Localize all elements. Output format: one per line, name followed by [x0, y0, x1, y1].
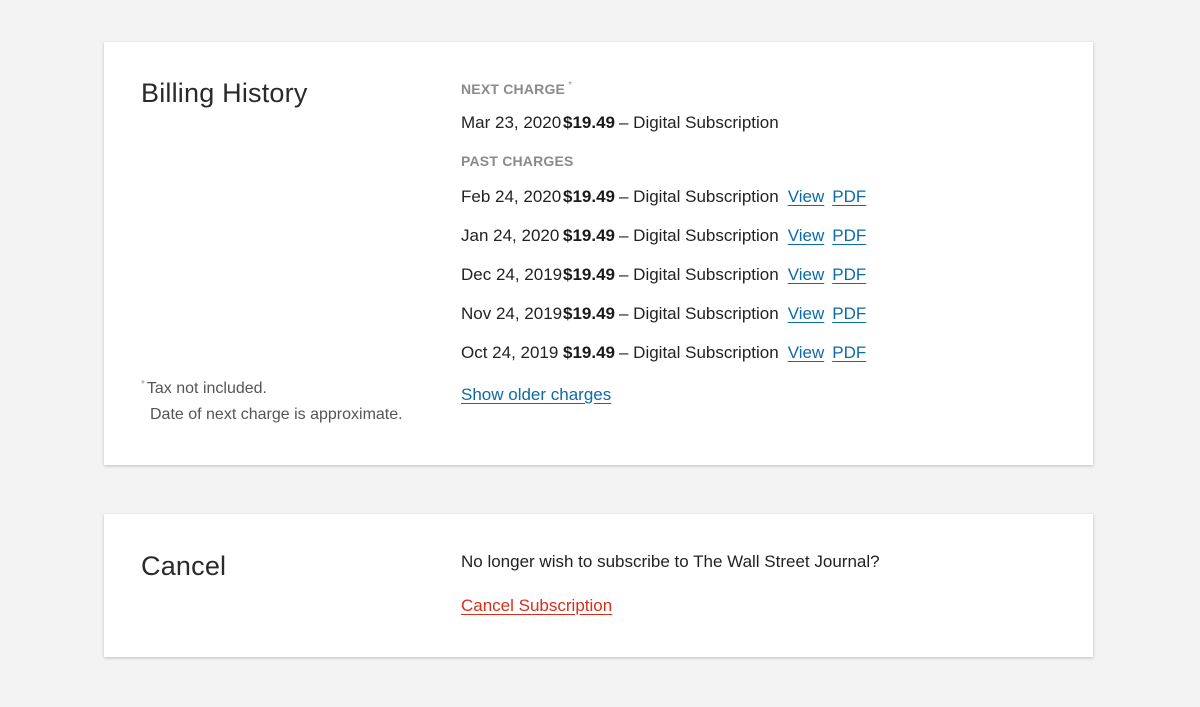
- footnote-date-text: Date of next charge is approximate.: [150, 406, 403, 423]
- next-charge-row: Mar 23, 2020 $19.49 – Digital Subscripti…: [461, 110, 866, 136]
- charge-date: Nov 24, 2019: [461, 304, 563, 323]
- view-invoice-link[interactable]: View: [788, 340, 825, 366]
- past-charges-label: PAST CHARGES: [461, 153, 574, 169]
- charge-amount: $19.49: [563, 113, 615, 132]
- charge-date: Feb 24, 2020: [461, 187, 562, 206]
- cancel-title: Cancel: [141, 551, 227, 581]
- next-charge-heading: NEXT CHARGE *: [461, 80, 866, 98]
- charge-description: – Digital Subscription: [619, 187, 779, 206]
- charge-amount: $19.49: [563, 304, 615, 323]
- show-older-charges-link[interactable]: Show older charges: [461, 383, 611, 407]
- charge-description: – Digital Subscription: [619, 343, 779, 362]
- charge-date: Dec 24, 2019: [461, 265, 563, 284]
- charge-description: – Digital Subscription: [619, 226, 779, 245]
- past-charge-row: Feb 24, 2020 $19.49 – Digital Subscripti…: [461, 184, 866, 210]
- past-charges-heading: PAST CHARGES: [461, 152, 866, 170]
- charge-description: – Digital Subscription: [619, 304, 779, 323]
- view-invoice-link[interactable]: View: [788, 184, 825, 210]
- footnote-line-1: * Tax not included.: [141, 376, 403, 402]
- next-charge-label: NEXT CHARGE: [461, 81, 566, 97]
- charge-date: Mar 23, 2020: [461, 113, 562, 132]
- footnote-tax-text: Tax not included.: [146, 380, 267, 397]
- pdf-invoice-link[interactable]: PDF: [832, 223, 866, 249]
- view-invoice-link[interactable]: View: [788, 223, 825, 249]
- view-invoice-link[interactable]: View: [788, 301, 825, 327]
- cancel-subscription-link[interactable]: Cancel Subscription: [461, 594, 612, 618]
- past-charge-row: Dec 24, 2019 $19.49 – Digital Subscripti…: [461, 262, 866, 288]
- charge-amount: $19.49: [563, 226, 615, 245]
- past-charge-row: Jan 24, 2020 $19.49 – Digital Subscripti…: [461, 223, 866, 249]
- past-charge-row: Nov 24, 2019 $19.49 – Digital Subscripti…: [461, 301, 866, 327]
- charge-date: Jan 24, 2020: [461, 226, 560, 245]
- billing-footnote: * Tax not included. Date of next charge i…: [141, 376, 403, 428]
- charge-amount: $19.49: [563, 343, 615, 362]
- pdf-invoice-link[interactable]: PDF: [832, 184, 866, 210]
- charge-amount: $19.49: [563, 187, 615, 206]
- pdf-invoice-link[interactable]: PDF: [832, 340, 866, 366]
- charge-amount: $19.49: [563, 265, 615, 284]
- cancel-question-text: No longer wish to subscribe to The Wall …: [461, 552, 880, 571]
- next-charge-asterisk: *: [568, 80, 573, 91]
- charge-description: – Digital Subscription: [619, 265, 779, 284]
- past-charge-row: Oct 24, 2019 $19.49 – Digital Subscripti…: [461, 340, 866, 366]
- charge-description: – Digital Subscription: [619, 113, 779, 132]
- pdf-invoice-link[interactable]: PDF: [832, 301, 866, 327]
- cancel-column: No longer wish to subscribe to The Wall …: [461, 552, 880, 618]
- billing-history-title: Billing History: [141, 78, 308, 108]
- charge-date: Oct 24, 2019: [461, 343, 559, 362]
- billing-history-card: Billing History NEXT CHARGE * Mar 23, 20…: [104, 42, 1093, 465]
- view-invoice-link[interactable]: View: [788, 262, 825, 288]
- footnote-asterisk: *: [141, 379, 145, 390]
- cancel-card: Cancel No longer wish to subscribe to Th…: [104, 514, 1093, 657]
- pdf-invoice-link[interactable]: PDF: [832, 262, 866, 288]
- billing-charges-column: NEXT CHARGE * Mar 23, 2020 $19.49 – Digi…: [461, 80, 866, 407]
